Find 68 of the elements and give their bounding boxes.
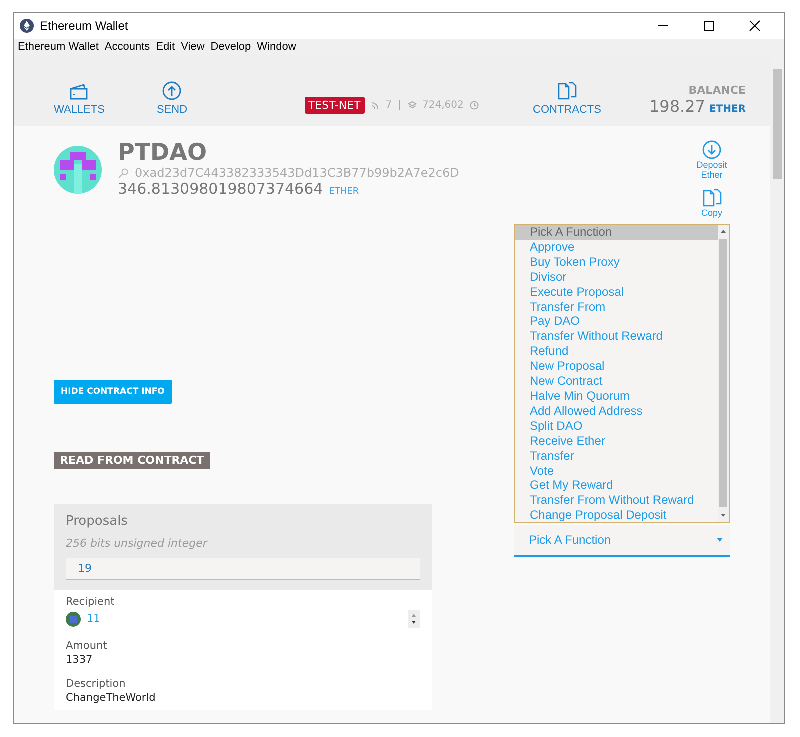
hide-contract-info-button[interactable]: HIDE CONTRACT INFO — [54, 380, 172, 404]
nav-link[interactable]: CONTRACTS — [533, 81, 602, 116]
dropdown-option[interactable]: Split DAO — [515, 418, 718, 434]
field-hint: 256 bits unsigned integer — [66, 537, 209, 550]
field-value: 11 — [87, 613, 102, 625]
contract-address: 0xad23d7C443382333543Dd13C3B77b99b2A7e2c6D — [135, 166, 460, 180]
contract-name: PTDAO — [118, 140, 208, 166]
field-label: Recipient — [66, 596, 116, 608]
dropdown-option[interactable]: Divisor — [515, 270, 718, 285]
block-number: 724,602 — [422, 100, 464, 111]
dropdown-option[interactable]: Get My Reward — [515, 478, 718, 494]
peer-count: 7 — [386, 100, 392, 111]
function-select[interactable]: Pick A Function — [514, 525, 730, 557]
key-icon — [118, 168, 129, 178]
dropdown-option[interactable]: Buy Token Proxy — [515, 254, 718, 270]
menu-item[interactable]: Ethereum Wallet — [18, 41, 99, 53]
action-link[interactable]: Copy — [694, 188, 730, 218]
documents-icon — [702, 188, 722, 208]
balance-unit: ETHER — [329, 187, 360, 197]
field-value: ChangeTheWorld — [66, 692, 157, 704]
signal-icon — [370, 101, 380, 110]
menu-item[interactable]: Accounts — [104, 41, 150, 53]
window-title: Ethereum Wallet — [40, 19, 130, 33]
menu-item[interactable]: Edit — [156, 41, 176, 53]
card-title: Proposals — [66, 514, 129, 529]
dropdown-option[interactable]: Approve — [515, 240, 718, 255]
menu-item[interactable]: Develop — [210, 41, 252, 53]
clock-icon — [470, 101, 479, 110]
app-logo-icon — [20, 19, 34, 33]
dropdown-option[interactable]: Pay DAO — [515, 314, 718, 330]
input-field[interactable]: 19 — [66, 558, 420, 580]
menu-item[interactable]: Window — [257, 41, 296, 53]
spinner-icon[interactable] — [408, 610, 420, 628]
separator-text: | — [398, 100, 402, 111]
balance-label: BALANCE — [688, 84, 746, 97]
scrollbar[interactable] — [770, 55, 784, 723]
dropdown-option[interactable]: New Proposal — [515, 359, 718, 374]
field-value: 1337 — [66, 654, 94, 666]
dropdown-option[interactable]: Refund — [515, 344, 718, 360]
dropdown-option[interactable]: Transfer From — [515, 300, 718, 314]
contract-balance: 346.813098019807374664 — [118, 180, 324, 198]
wallet-icon — [69, 83, 90, 101]
dropdown-option[interactable]: Transfer — [515, 448, 718, 464]
dropdown-option[interactable]: Receive Ether — [515, 434, 718, 449]
field-label: Amount — [66, 640, 108, 652]
menu-item[interactable]: View — [181, 41, 205, 53]
nav-link[interactable]: WALLETS — [54, 83, 105, 116]
dropdown-option[interactable]: New Contract — [515, 374, 718, 389]
dropdown-option[interactable]: Change Proposal Deposit — [515, 508, 718, 524]
dropdown-option[interactable]: Pick A Function — [515, 225, 718, 240]
network-badge: TEST-NET — [304, 97, 365, 114]
dropdown-option[interactable]: Halve Min Quorum — [515, 388, 718, 404]
caret-icon — [716, 537, 724, 543]
blocks-icon — [408, 101, 416, 110]
dropdown-option[interactable]: Execute Proposal — [515, 284, 718, 300]
action-link[interactable]: Deposit Ether — [694, 140, 730, 180]
dropdown-option[interactable]: Vote — [515, 464, 718, 478]
documents-icon — [557, 81, 578, 101]
dropdown-option[interactable]: Add Allowed Address — [515, 404, 718, 419]
nav-link[interactable]: SEND — [156, 81, 188, 116]
address-avatar — [66, 612, 81, 626]
field-label: Description — [66, 678, 127, 690]
contract-avatar — [54, 146, 102, 194]
balance-amount: 198.27 — [649, 97, 706, 116]
dropdown-option[interactable]: Transfer From Without Reward — [515, 493, 718, 508]
balance-unit: ETHER — [709, 104, 746, 115]
dropdown-option[interactable]: Transfer Without Reward — [515, 329, 718, 344]
section-heading: READ FROM CONTRACT — [54, 452, 210, 469]
